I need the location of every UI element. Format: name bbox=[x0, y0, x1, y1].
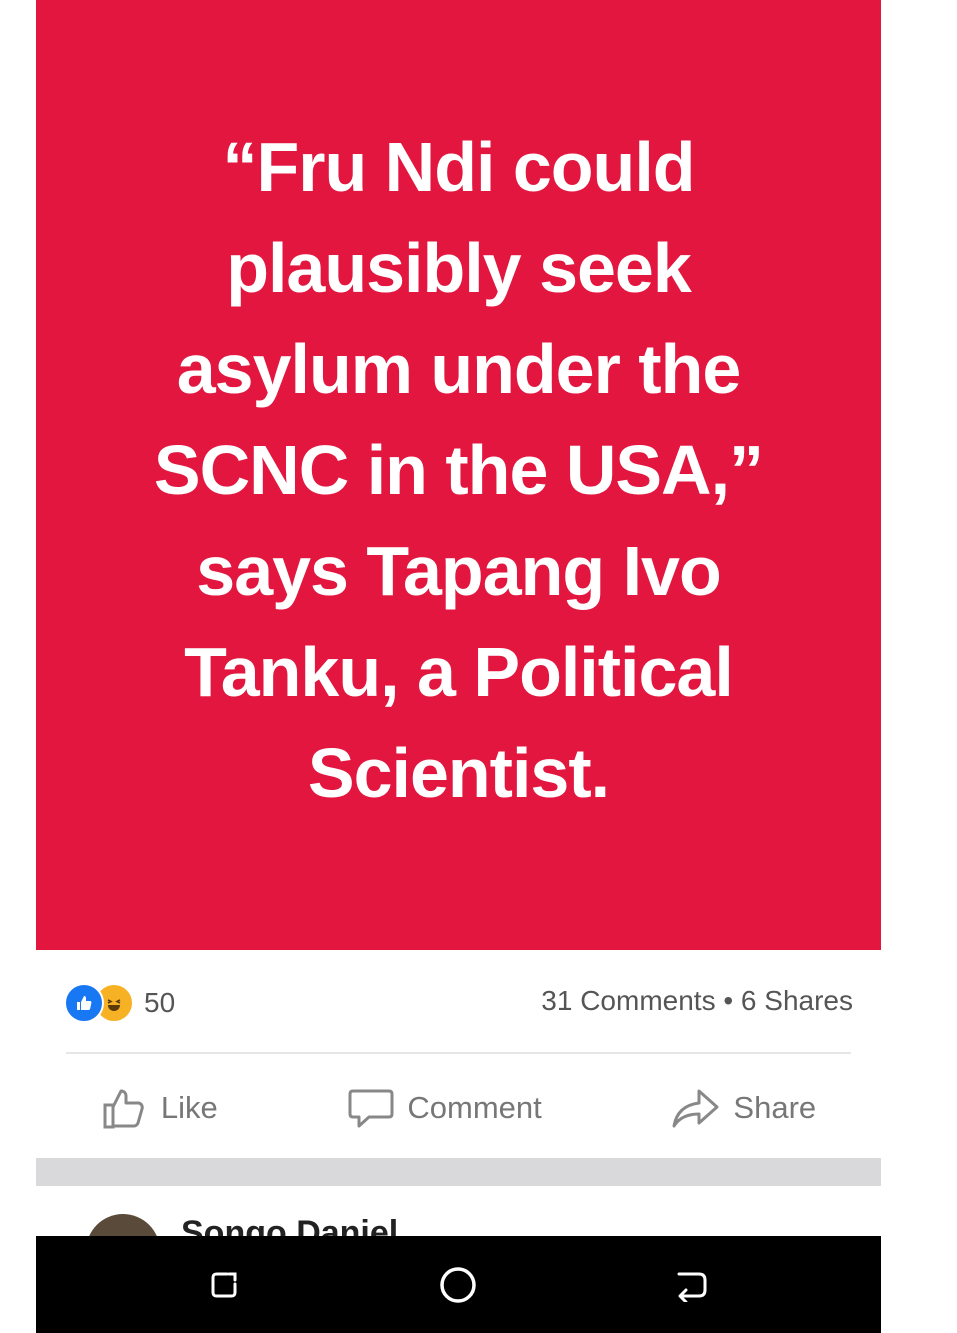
quote-line: “Fru Ndi could bbox=[222, 127, 695, 206]
quote-line: plausibly seek bbox=[226, 228, 692, 307]
post-quote-image[interactable]: “Fru Ndi could plausibly seek asylum und… bbox=[36, 0, 881, 950]
comment-icon bbox=[348, 1089, 394, 1128]
reactions-summary[interactable]: 50 bbox=[64, 983, 175, 1023]
share-button[interactable]: Share bbox=[671, 1085, 816, 1131]
like-icon bbox=[64, 983, 104, 1023]
comment-label: Comment bbox=[407, 1090, 542, 1125]
quote-line: Tanku, a Political bbox=[184, 632, 734, 711]
quote-line: says Tapang Ivo bbox=[196, 531, 721, 610]
share-label: Share bbox=[733, 1090, 817, 1125]
share-icon bbox=[672, 1089, 719, 1128]
like-button[interactable]: Like bbox=[101, 1085, 218, 1131]
home-icon[interactable] bbox=[408, 1236, 508, 1333]
back-icon[interactable] bbox=[642, 1236, 742, 1333]
quote-line: Scientist. bbox=[307, 733, 610, 812]
feed-separator bbox=[36, 1158, 881, 1186]
recent-apps-icon[interactable] bbox=[174, 1236, 274, 1333]
phone-screen: “Fru Ndi could plausibly seek asylum und… bbox=[36, 0, 881, 1333]
author-name[interactable]: Songo Daniel bbox=[181, 1214, 398, 1236]
next-post-header: Songo Daniel ••• bbox=[36, 1186, 881, 1236]
divider bbox=[66, 1052, 851, 1054]
post-stats-bar: 50 31 Comments • 6 Shares bbox=[36, 965, 881, 1037]
android-nav-bar bbox=[36, 1236, 881, 1333]
avatar[interactable] bbox=[86, 1214, 160, 1236]
comments-shares-count[interactable]: 31 Comments • 6 Shares bbox=[541, 985, 853, 1017]
quote-line: SCNC in the USA,” bbox=[153, 430, 764, 509]
more-dots-icon[interactable]: ••• bbox=[801, 1224, 841, 1236]
like-label: Like bbox=[160, 1090, 218, 1125]
post-actions: Like Comment Share bbox=[36, 1070, 881, 1146]
comment-button[interactable]: Comment bbox=[347, 1085, 542, 1131]
reaction-count: 50 bbox=[144, 987, 176, 1018]
thumbs-up-icon bbox=[103, 1089, 144, 1129]
quote-line: asylum under the bbox=[176, 329, 742, 408]
quote-text: “Fru Ndi could plausibly seek asylum und… bbox=[109, 117, 809, 824]
